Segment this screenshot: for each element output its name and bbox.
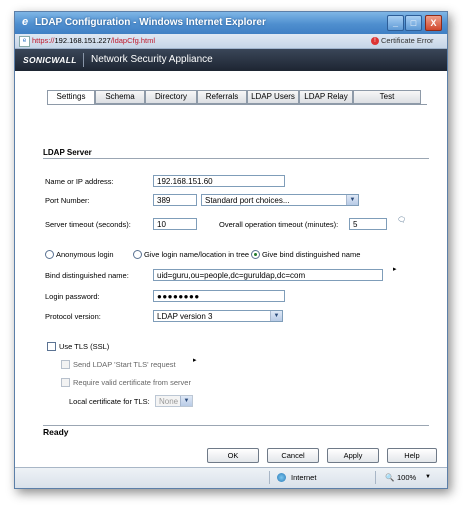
- status-divider: [269, 471, 270, 484]
- brand-divider: [83, 53, 84, 67]
- url-host: 192.168.151.227: [54, 36, 111, 45]
- tab-settings[interactable]: Settings: [47, 90, 95, 105]
- name-input[interactable]: 192.168.151.60: [153, 175, 285, 187]
- use-tls-checkbox[interactable]: [47, 342, 56, 351]
- tab-ldap-users[interactable]: LDAP Users: [247, 90, 299, 104]
- zoom-icon: 🔍: [385, 473, 395, 482]
- brand-bar: SONICWALL Network Security Appliance: [15, 49, 447, 71]
- certificate-error-label: Certificate Error: [381, 36, 434, 45]
- chevron-down-icon: ▼: [180, 396, 192, 406]
- url-prefix: https://: [32, 36, 55, 45]
- page-icon: e: [19, 36, 30, 47]
- op-timeout-input[interactable]: 5: [349, 218, 387, 230]
- cursor-marker-icon: ▸: [393, 266, 397, 273]
- status-divider: [375, 471, 376, 484]
- login-name-radio[interactable]: [133, 250, 142, 259]
- globe-icon: [277, 473, 286, 482]
- protocol-value: LDAP version 3: [157, 312, 213, 321]
- protocol-label: Protocol version:: [45, 312, 101, 321]
- timeout-input[interactable]: 10: [153, 218, 197, 230]
- local-cert-value: None: [159, 397, 179, 406]
- port-input[interactable]: 389: [153, 194, 197, 206]
- chevron-down-icon: ▼: [346, 195, 358, 205]
- chevron-down-icon: ▼: [270, 311, 282, 321]
- tab-directory[interactable]: Directory: [145, 90, 197, 104]
- login-name-label: Give login name/location in tree: [144, 250, 250, 259]
- start-tls-label: Send LDAP 'Start TLS' request: [73, 360, 176, 369]
- ie-icon: e: [21, 16, 29, 28]
- zoom-level[interactable]: 100%: [397, 473, 416, 482]
- ok-button[interactable]: OK: [207, 448, 259, 463]
- tab-test[interactable]: Test: [353, 90, 421, 104]
- apply-button[interactable]: Apply: [327, 448, 379, 463]
- browser-window: e LDAP Configuration - Windows Internet …: [14, 11, 448, 489]
- anonymous-login-label: Anonymous login: [56, 250, 114, 259]
- local-cert-select[interactable]: None ▼: [155, 395, 193, 407]
- section-title: LDAP Server: [43, 148, 92, 157]
- dialog-content: Settings Schema Directory Referrals LDAP…: [25, 72, 437, 466]
- url-text[interactable]: https://192.168.151.227/ldapCfg.html: [32, 36, 155, 45]
- url-path: /ldapCfg.html: [110, 36, 156, 45]
- timeout-label: Server timeout (seconds):: [45, 220, 131, 229]
- status-divider: [43, 425, 429, 426]
- shield-error-icon: !: [371, 37, 379, 46]
- close-button[interactable]: X: [425, 15, 442, 31]
- window-title: LDAP Configuration - Windows Internet Ex…: [35, 17, 266, 28]
- name-label: Name or IP address:: [45, 177, 114, 186]
- chevron-down-icon[interactable]: ▼: [425, 474, 431, 480]
- section-divider: [43, 158, 429, 159]
- require-cert-label: Require valid certificate from server: [73, 378, 191, 387]
- port-label: Port Number:: [45, 196, 90, 205]
- maximize-button[interactable]: □: [405, 15, 422, 31]
- bind-dn-input[interactable]: uid=guru,ou=people,dc=guruldap,dc=com: [153, 269, 383, 281]
- local-cert-label: Local certificate for TLS:: [69, 397, 150, 406]
- anonymous-login-radio[interactable]: [45, 250, 54, 259]
- minimize-button[interactable]: _: [387, 15, 404, 31]
- password-input[interactable]: ●●●●●●●●: [153, 290, 285, 302]
- bind-dn-option-label: Give bind distinguished name: [262, 250, 361, 259]
- title-bar[interactable]: e LDAP Configuration - Windows Internet …: [15, 12, 447, 34]
- cursor-marker-icon: ▸: [193, 357, 197, 364]
- op-timeout-label: Overall operation timeout (minutes):: [219, 220, 339, 229]
- start-tls-checkbox[interactable]: [61, 360, 70, 369]
- port-choices-select[interactable]: Standard port choices... ▼: [201, 194, 359, 206]
- tab-referrals[interactable]: Referrals: [197, 90, 247, 104]
- product-name: Network Security Appliance: [91, 54, 213, 65]
- browser-status-bar: Internet 🔍 100% ▼: [15, 467, 447, 488]
- zone-label: Internet: [291, 473, 317, 482]
- tab-ldap-relay[interactable]: LDAP Relay: [299, 90, 353, 104]
- help-button[interactable]: Help: [387, 448, 437, 463]
- cancel-button[interactable]: Cancel: [267, 448, 319, 463]
- password-label: Login password:: [45, 292, 100, 301]
- bind-dn-radio[interactable]: [251, 250, 260, 259]
- require-cert-checkbox[interactable]: [61, 378, 70, 387]
- bind-dn-label: Bind distinguished name:: [45, 271, 129, 280]
- port-choices-value: Standard port choices...: [205, 196, 290, 205]
- tab-underline: [47, 104, 427, 105]
- comment-icon[interactable]: 🗨: [397, 216, 406, 224]
- certificate-error[interactable]: ! Certificate Error: [371, 36, 434, 46]
- use-tls-label: Use TLS (SSL): [59, 342, 110, 351]
- tab-schema[interactable]: Schema: [95, 90, 145, 104]
- protocol-select[interactable]: LDAP version 3 ▼: [153, 310, 283, 322]
- status-text: Ready: [43, 427, 69, 437]
- address-bar[interactable]: e https://192.168.151.227/ldapCfg.html !…: [15, 34, 447, 49]
- sonicwall-logo: SONICWALL: [23, 55, 77, 65]
